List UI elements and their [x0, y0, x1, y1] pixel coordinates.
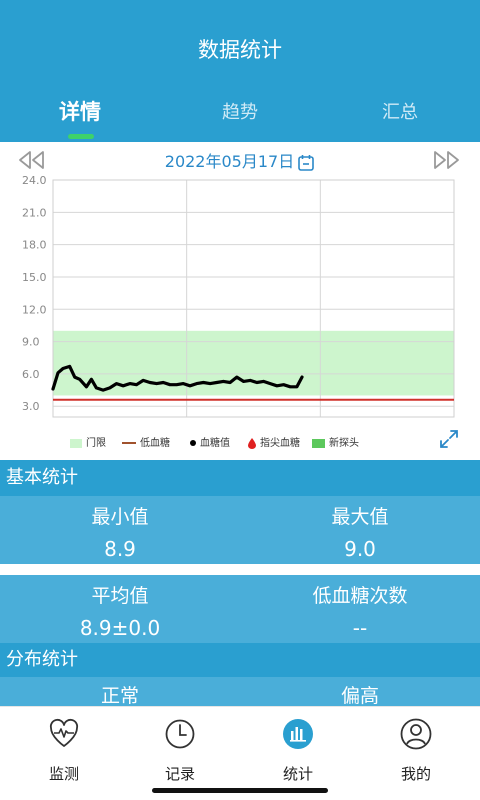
stat-low-count-value: --: [352, 616, 368, 640]
tab-details[interactable]: 详情: [0, 96, 160, 126]
glucose-chart: 24.0 21.0 18.0 15.0 12.0 9.0 6.0 3.0 00:00 08:00 1…: [22, 174, 470, 424]
legend-glucose: 血糖值: [190, 434, 230, 449]
stat-average-value: 8.9±0.0: [79, 616, 161, 640]
active-tab-indicator: [68, 134, 94, 139]
basic-stats-heading: 基本统计: [0, 460, 480, 496]
home-indicator: [152, 788, 328, 793]
y-tick-label: 24.0: [22, 174, 47, 187]
date-label: 2022年05月17日: [164, 152, 295, 171]
dist-normal-label: 正常: [100, 685, 139, 706]
blood-drop-icon: [248, 437, 256, 449]
stats-row-min-max: 最小值 8.9 最大值 9.0: [0, 496, 480, 564]
legend-low-glucose: 低血糖: [122, 434, 170, 449]
stats-row-avg-low: 平均值 8.9±0.0 低血糖次数 --: [0, 575, 480, 643]
distribution-row: 正常 偏高: [0, 677, 480, 706]
y-tick-label: 15.0: [22, 271, 47, 284]
stat-min-label: 最小值: [91, 506, 149, 528]
stat-low-count: 低血糖次数 --: [240, 575, 480, 640]
fullscreen-icon[interactable]: [438, 428, 460, 450]
dist-high: 偏高: [240, 677, 480, 706]
stat-max-label: 最大值: [331, 506, 389, 528]
nav-statistics[interactable]: 统计: [238, 717, 358, 784]
chart-panel: 2022年05月17日 24.0 21.0 18.0 15.0 12.0 9.0 6.0 3.…: [0, 142, 480, 460]
x-tick-label: 24:00: [438, 422, 470, 424]
y-tick-label: 3.0: [22, 400, 40, 413]
page-title: 数据统计: [198, 38, 282, 62]
app-header: 数据统计 详情 趋势 汇总: [0, 0, 480, 142]
bottom-navigation: 监测 记录 统计 我的: [0, 706, 480, 800]
x-tick-label: 16:00: [304, 422, 336, 424]
y-tick-label: 18.0: [22, 239, 47, 252]
nav-profile[interactable]: 我的: [356, 717, 476, 784]
stat-max: 最大值 9.0: [240, 496, 480, 561]
dist-normal: 正常: [0, 677, 240, 706]
stat-average-label: 平均值: [91, 585, 149, 607]
legend-threshold: 门限: [70, 434, 106, 449]
stat-low-count-label: 低血糖次数: [312, 585, 408, 607]
x-tick-label: 08:00: [171, 422, 203, 424]
nav-records[interactable]: 记录: [120, 717, 240, 784]
nav-monitor[interactable]: 监测: [4, 717, 124, 784]
stat-min-value: 8.9: [104, 537, 136, 561]
date-selector[interactable]: 2022年05月17日: [0, 148, 480, 172]
tab-summary[interactable]: 汇总: [320, 98, 480, 124]
legend-low-swatch: [122, 442, 136, 444]
bar-chart-icon: [283, 719, 313, 749]
legend-fingertip: 指尖血糖: [248, 434, 300, 449]
next-day-icon[interactable]: [432, 148, 462, 172]
y-tick-label: 6.0: [22, 368, 40, 381]
y-tick-label: 9.0: [22, 336, 40, 349]
x-tick-label: 00:00: [37, 422, 69, 424]
clock-icon: [165, 719, 195, 749]
y-tick-label: 12.0: [22, 303, 47, 316]
stat-min: 最小值 8.9: [0, 496, 240, 561]
legend-new-probe: 新探头: [312, 434, 359, 449]
calendar-icon[interactable]: [297, 154, 315, 172]
stat-average: 平均值 8.9±0.0: [0, 575, 240, 640]
tab-trend[interactable]: 趋势: [160, 98, 320, 124]
stat-max-value: 9.0: [344, 537, 376, 561]
legend-new-probe-swatch: [312, 438, 325, 448]
distribution-heading: 分布统计: [0, 643, 480, 677]
user-icon: [400, 718, 432, 750]
dist-high-label: 偏高: [340, 685, 379, 706]
y-tick-label: 21.0: [22, 206, 47, 219]
legend-threshold-swatch: [70, 438, 82, 448]
legend-glucose-dot: [190, 440, 196, 446]
heart-monitor-icon: [49, 718, 79, 747]
